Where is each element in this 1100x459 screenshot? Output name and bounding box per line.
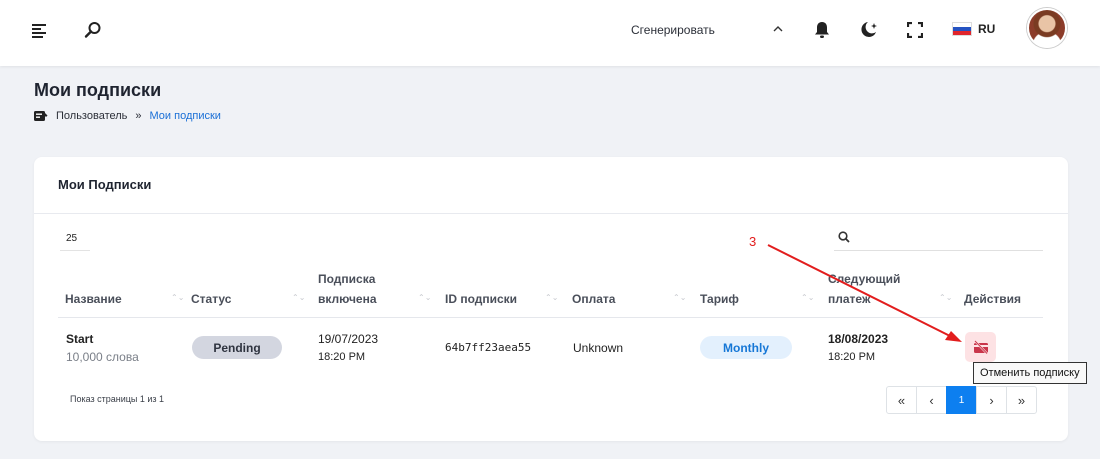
sort-icon[interactable]: ⌃⌄ [939,293,952,302]
pager-page-1[interactable]: 1 [946,386,977,414]
column-header-enabled-line2: включена [318,292,377,306]
enabled-date: 19/07/2023 [318,332,379,346]
cancel-subscription-button[interactable] [965,332,996,362]
divider [58,317,1043,318]
divider [34,213,1068,214]
theme-toggle-icon[interactable] [857,19,881,41]
pagination: « ‹ 1 › » [886,386,1037,414]
sort-icon[interactable]: ⌃⌄ [801,293,814,302]
column-header-tariff[interactable]: Тариф [700,289,739,309]
column-header-actions: Действия [964,292,1022,306]
menu-icon[interactable] [29,21,51,41]
plan-name: Start [66,332,94,346]
subscriptions-card: Мои Подписки 25 Название ⌃⌄ Статус ⌃⌄ По… [34,157,1068,441]
tariff-badge: Monthly [700,336,792,359]
breadcrumb-parent[interactable]: Пользователь [56,110,127,122]
page-title: Мои подписки [34,80,162,100]
column-header-next-payment[interactable]: Следующий платеж [828,269,900,309]
cancel-tooltip: Отменить подписку [973,362,1087,384]
payment-method: Unknown [573,341,624,355]
top-bar: Сгенерировать RU [0,0,1100,66]
breadcrumb-separator: » [135,110,142,122]
breadcrumb-current[interactable]: Мои подписки [150,110,221,122]
plan-cell: Start 10,000 слова [66,330,139,366]
column-header-enabled-line1: Подписка [318,272,376,286]
sort-icon[interactable]: ⌃⌄ [545,293,558,302]
pager-first-button[interactable]: « [886,386,917,414]
column-header-name[interactable]: Название [65,289,122,309]
bell-icon[interactable] [811,19,833,41]
pager-next-button[interactable]: › [976,386,1007,414]
table-search [834,225,1043,251]
chevron-up-icon[interactable] [770,20,786,38]
column-header-subscription-id[interactable]: ID подписки [445,289,517,309]
avatar[interactable] [1027,8,1067,48]
enabled-time: 18:20 PM [318,351,366,363]
fullscreen-icon[interactable] [904,19,926,41]
card-title: Мои Подписки [58,177,152,192]
language-label: RU [978,22,996,36]
card-cancel-icon [973,340,989,354]
next-payment-time: 18:20 PM [828,351,876,363]
subscription-id: 64b7ff23aea55 [445,341,532,354]
search-icon [838,230,850,248]
flag-ru-icon [952,22,972,36]
plan-words: 10,000 слова [66,350,139,364]
page-size-select[interactable]: 25 [60,227,90,251]
column-header-enabled[interactable]: Подписка включена [318,269,377,309]
column-header-payment[interactable]: Оплата [572,289,615,309]
next-payment-cell: 18/08/2023 18:20 PM [828,330,888,366]
pager-prev-button[interactable]: ‹ [916,386,947,414]
page-info: Показ страницы 1 из 1 [70,394,165,404]
generate-button[interactable]: Сгенерировать [610,16,750,44]
sort-icon[interactable]: ⌃⌄ [418,293,431,302]
search-input[interactable] [858,228,1038,248]
breadcrumb: Пользователь » Мои подписки [34,110,221,122]
enabled-cell: 19/07/2023 18:20 PM [318,330,378,366]
column-header-next-line2: платеж [828,292,871,306]
language-selector[interactable]: RU [952,18,995,40]
sort-icon[interactable]: ⌃⌄ [171,293,184,302]
pager-last-button[interactable]: » [1006,386,1037,414]
breadcrumb-icon [34,110,48,122]
sort-icon[interactable]: ⌃⌄ [292,293,305,302]
sort-icon[interactable]: ⌃⌄ [673,293,686,302]
status-badge: Pending [192,336,282,359]
search-icon[interactable] [82,19,104,41]
column-header-status[interactable]: Статус [191,289,231,309]
next-payment-date: 18/08/2023 [828,332,889,346]
column-header-next-line1: Следующий [828,272,901,286]
annotation-label: 3 [749,234,757,249]
